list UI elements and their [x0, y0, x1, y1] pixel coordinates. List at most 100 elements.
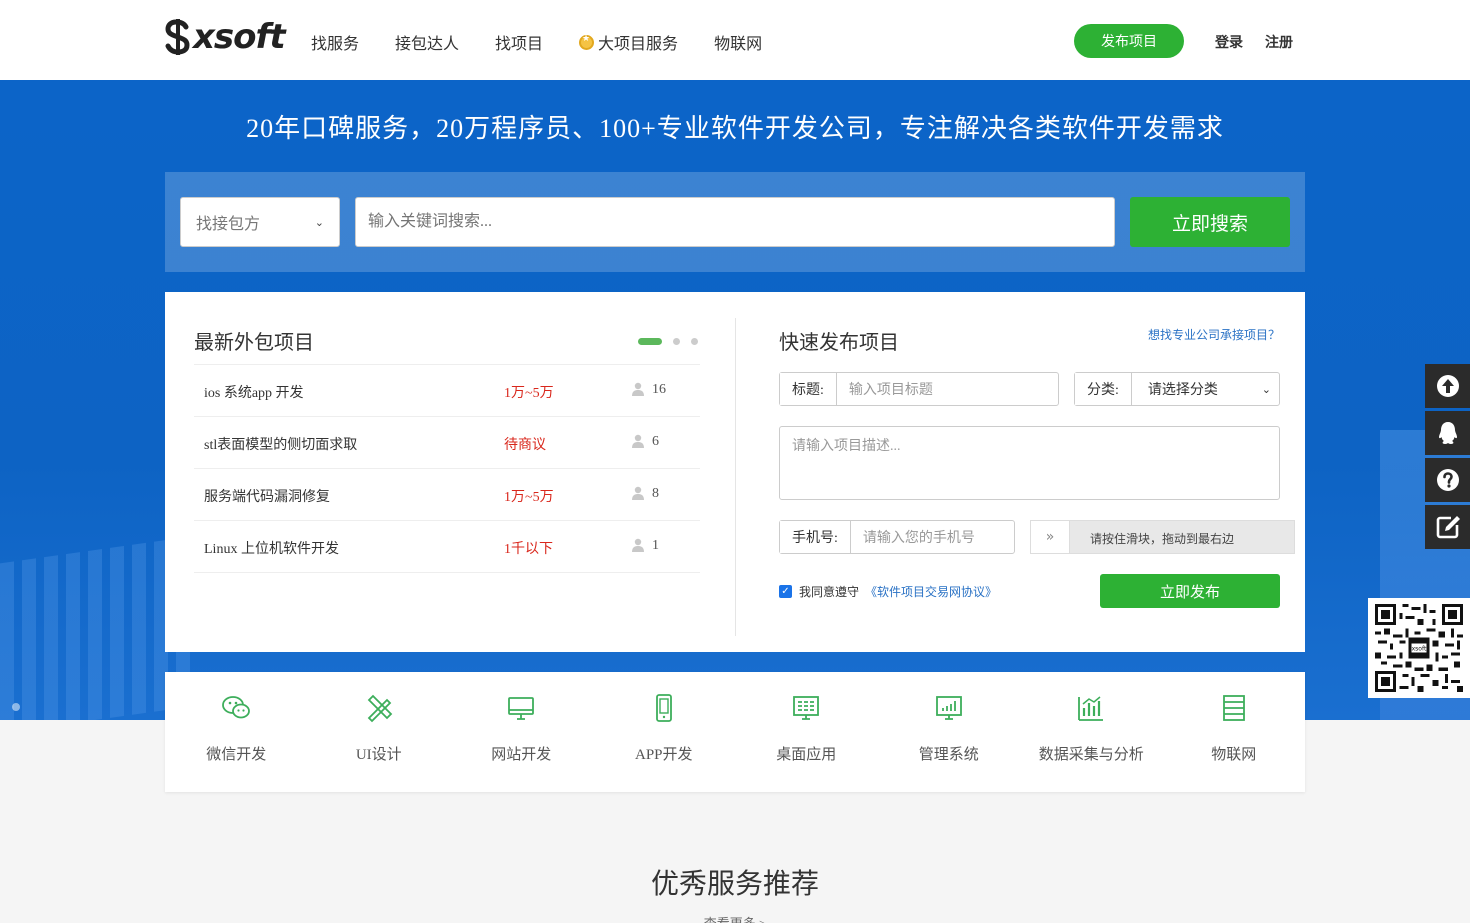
bid-count: 6	[652, 434, 659, 449]
category-label: 管理系统	[918, 747, 979, 763]
qr-code-icon: xsoft	[1375, 604, 1463, 692]
carousel-dot[interactable]	[673, 338, 680, 345]
main-panel: 最新外包项目 ios 系统app 开发 1万~5万 16 stl表面模型的侧切面…	[165, 292, 1305, 652]
category-label: UI设计	[355, 747, 402, 763]
wechat-icon	[222, 696, 251, 719]
project-price: 1万~5万	[504, 386, 554, 401]
category-desktop[interactable]: 桌面应用	[735, 672, 878, 792]
recommend-title: 优秀服务推荐	[650, 869, 819, 900]
category-wechat[interactable]: 微信开发	[165, 672, 308, 792]
category-label: 数据采集与分析	[1038, 747, 1144, 763]
project-row[interactable]: ios 系统app 开发 1万~5万 16	[194, 365, 700, 417]
company-link[interactable]: 想找专业公司承接项目？	[1148, 326, 1280, 343]
nav-big-project[interactable]: 大项目服务	[579, 30, 678, 54]
category-data[interactable]: 数据采集与分析	[1020, 672, 1163, 792]
login-link[interactable]: 登录	[1215, 32, 1243, 52]
chevron-down-icon: ⌄	[1261, 382, 1271, 396]
title-field[interactable]: 标题: 输入项目标题	[779, 372, 1059, 406]
agreement-link[interactable]: 《软件项目交易网协议》	[865, 583, 997, 600]
back-to-top-button[interactable]	[1425, 364, 1470, 408]
latest-projects-title: 最新外包项目	[194, 332, 314, 354]
category-select[interactable]: 请选择分类 ⌄	[1132, 373, 1279, 405]
nav-big-project-label: 大项目服务	[598, 36, 679, 53]
help-button[interactable]	[1425, 458, 1470, 502]
design-tools-icon	[367, 694, 393, 723]
slider-handle-icon[interactable]: »	[1031, 521, 1070, 553]
desktop-grid-icon	[793, 696, 820, 720]
search-input[interactable]	[355, 197, 1115, 247]
project-price: 1万~5万	[504, 490, 554, 505]
category-management[interactable]: 管理系统	[878, 672, 1021, 792]
project-name[interactable]: Linux 上位机软件开发	[204, 538, 339, 558]
project-name[interactable]: ios 系统app 开发	[204, 382, 304, 402]
description-textarea[interactable]: 请输入项目描述...	[779, 426, 1280, 500]
category-bar: 微信开发 UI设计 网站开发 APP开发 桌面应用 管理系统 数据采集与分析 物…	[165, 672, 1305, 792]
quick-publish-form: 快速发布项目 想找专业公司承接项目？ 标题: 输入项目标题 分类: 请选择分类 …	[779, 326, 1295, 608]
logo-text: xsoft	[193, 17, 286, 57]
bid-count: 1	[652, 538, 659, 553]
search-type-select[interactable]: 找接包方 ⌄	[180, 197, 340, 247]
list-icon	[1222, 695, 1245, 721]
carousel-dots	[638, 338, 698, 345]
qq-button[interactable]	[1425, 411, 1470, 455]
category-label: 微信开发	[206, 747, 267, 763]
project-price: 待商议	[504, 438, 546, 453]
category-ui[interactable]: UI设计	[308, 672, 451, 792]
category-label: 物联网	[1211, 747, 1257, 763]
category-field[interactable]: 分类: 请选择分类 ⌄	[1074, 372, 1280, 406]
category-label: APP开发	[634, 747, 693, 763]
register-link[interactable]: 注册	[1265, 32, 1293, 52]
project-row[interactable]: 服务端代码漏洞修复 1万~5万 8	[194, 469, 700, 521]
search-type-value: 找接包方	[196, 216, 261, 233]
help-icon	[1436, 469, 1459, 491]
category-app[interactable]: APP开发	[593, 672, 736, 792]
chevron-down-icon: ⌄	[314, 215, 324, 229]
project-row[interactable]: stl表面模型的侧切面求取 待商议 6	[194, 417, 700, 469]
top-header: xsoft 找服务 接包达人 找项目 大项目服务 物联网 发布项目 登录 注册	[0, 0, 1470, 80]
nav-freelancers[interactable]: 接包达人	[395, 30, 459, 54]
category-website[interactable]: 网站开发	[450, 672, 593, 792]
agree-checkbox[interactable]: ✓	[779, 585, 792, 598]
arrow-up-icon	[1436, 375, 1459, 397]
side-toolbar	[1425, 364, 1470, 552]
carousel-dot-active[interactable]	[638, 338, 662, 345]
submit-publish-button[interactable]: 立即发布	[1100, 574, 1280, 608]
qr-code: xsoft	[1368, 598, 1470, 698]
publish-project-button[interactable]: 发布项目	[1074, 24, 1184, 58]
nav-iot[interactable]: 物联网	[714, 30, 762, 54]
project-name[interactable]: stl表面模型的侧切面求取	[204, 434, 357, 454]
project-name[interactable]: 服务端代码漏洞修复	[204, 486, 330, 506]
search-bar: 找接包方 ⌄ 立即搜索	[165, 172, 1305, 272]
monitor-icon	[508, 697, 535, 720]
agree-text: 我同意遵守	[799, 585, 860, 599]
category-iot[interactable]: 物联网	[1163, 672, 1306, 792]
banner-dot	[12, 703, 20, 711]
project-row[interactable]: Linux 上位机软件开发 1千以下 1	[194, 521, 700, 573]
phone-icon	[655, 694, 672, 722]
svg-text:xsoft: xsoft	[1412, 645, 1427, 652]
title-input[interactable]: 输入项目标题	[837, 373, 1058, 405]
search-button[interactable]: 立即搜索	[1130, 197, 1290, 247]
recommend-more-link[interactable]: 查看更多 >	[0, 913, 1470, 923]
phone-field[interactable]: 手机号: 请输入您的手机号	[779, 520, 1015, 554]
slide-captcha[interactable]: » 请按住滑块，拖动到最右边	[1030, 520, 1295, 554]
edit-icon	[1436, 516, 1460, 539]
qq-icon	[1438, 422, 1457, 444]
phone-input[interactable]: 请输入您的手机号	[851, 521, 1014, 553]
feedback-button[interactable]	[1425, 505, 1470, 549]
category-label: 桌面应用	[776, 747, 837, 763]
category-label: 网站开发	[491, 747, 552, 763]
main-nav: 找服务 接包达人 找项目 大项目服务 物联网	[311, 30, 798, 54]
person-icon	[632, 486, 644, 500]
site-logo[interactable]: xsoft	[165, 16, 286, 58]
project-list: ios 系统app 开发 1万~5万 16 stl表面模型的侧切面求取 待商议 …	[194, 364, 700, 573]
nav-find-service[interactable]: 找服务	[311, 30, 359, 54]
category-value: 请选择分类	[1147, 383, 1218, 398]
carousel-dot[interactable]	[691, 338, 698, 345]
person-icon	[632, 434, 644, 448]
slider-hint: 请按住滑块，拖动到最右边	[1090, 532, 1235, 546]
phone-label: 手机号:	[780, 521, 851, 553]
agreement: ✓ 我同意遵守 《软件项目交易网协议》	[779, 583, 997, 600]
latest-projects: 最新外包项目 ios 系统app 开发 1万~5万 16 stl表面模型的侧切面…	[194, 326, 700, 573]
nav-find-project[interactable]: 找项目	[495, 30, 543, 54]
